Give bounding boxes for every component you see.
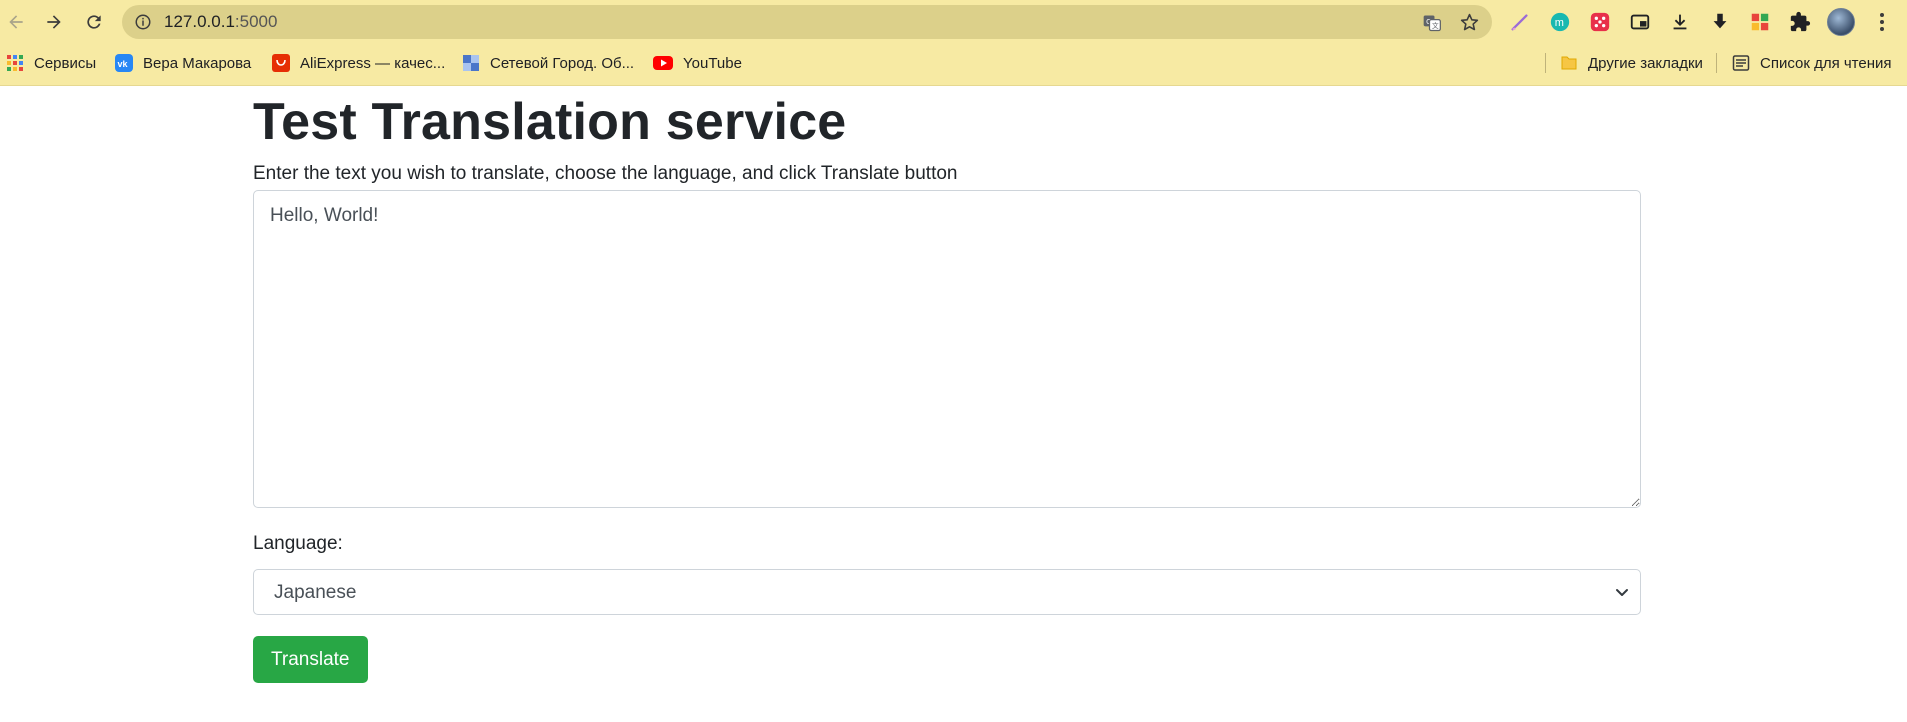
bookmark-label: YouTube	[683, 54, 742, 72]
chevron-down-icon	[1616, 589, 1628, 596]
bookmark-label: Другие закладки	[1588, 54, 1703, 72]
picture-in-picture-icon[interactable]	[1628, 10, 1652, 34]
bookmark-separator	[1545, 53, 1546, 73]
bookmark-separator	[1716, 53, 1717, 73]
back-arrow-icon	[9, 15, 23, 29]
bookmark-label: Список для чтения	[1760, 54, 1892, 72]
reading-list[interactable]: Список для чтения	[1732, 44, 1892, 82]
bookmarks-bar: Сервисы vk Вера Макарова AliExpress — ка…	[0, 44, 1907, 86]
browser-chrome: 127.0.0.1:5000 G文 m	[0, 0, 1907, 86]
apps-grid-icon	[7, 55, 23, 71]
aliexpress-icon	[272, 54, 290, 72]
browser-toolbar: 127.0.0.1:5000 G文 m	[0, 0, 1907, 44]
vk-icon: vk	[115, 54, 133, 72]
forward-button[interactable]	[38, 6, 70, 38]
google-translate-icon[interactable]: G文	[1422, 13, 1442, 33]
address-bar[interactable]: 127.0.0.1:5000 G文	[122, 5, 1492, 39]
svg-text:vk: vk	[118, 59, 129, 69]
bookmark-label: Сетевой Город. Об...	[490, 54, 635, 72]
bookmark-setevoy-gorod[interactable]: Сетевой Город. Об...	[462, 44, 634, 82]
reload-icon	[87, 15, 101, 29]
instructions-text: Enter the text you wish to translate, ch…	[253, 163, 958, 184]
dice-extension-icon[interactable]	[1588, 10, 1612, 34]
bookmark-youtube[interactable]: YouTube	[653, 44, 742, 82]
folder-icon	[1561, 56, 1577, 70]
colorful-extension-icon[interactable]	[1748, 10, 1772, 34]
page-title: Test Translation service	[253, 93, 847, 151]
bookmark-other[interactable]: Другие закладки	[1560, 44, 1703, 82]
page-content: Test Translation service Enter the text …	[253, 86, 1641, 683]
source-text-input[interactable]: Hello, World!	[253, 190, 1641, 508]
reading-list-icon	[1732, 55, 1750, 71]
m-extension-icon[interactable]: m	[1548, 10, 1572, 34]
language-select[interactable]: Japanese	[253, 569, 1641, 615]
svg-text:m: m	[1555, 17, 1564, 29]
bookmark-aliexpress[interactable]: AliExpress — качес...	[272, 44, 445, 82]
forward-arrow-icon	[47, 15, 61, 29]
reload-button[interactable]	[78, 6, 110, 38]
browser-menu-icon[interactable]	[1872, 10, 1892, 34]
translate-button[interactable]: Translate	[253, 636, 368, 683]
profile-avatar[interactable]	[1827, 8, 1855, 36]
youtube-icon	[653, 56, 673, 70]
bookmark-label: Вера Макарова	[143, 54, 252, 72]
bookmark-label: AliExpress — качес...	[300, 54, 446, 72]
bookmark-star-icon[interactable]	[1459, 12, 1480, 33]
site-icon	[463, 55, 479, 71]
bookmark-label: Сервисы	[34, 54, 97, 72]
url-host: 127.0.0.1	[164, 12, 235, 31]
download-icon[interactable]	[1668, 10, 1692, 34]
bookmark-vk[interactable]: vk Вера Макарова	[115, 44, 251, 82]
url-port: :5000	[234, 12, 278, 31]
download-arrow-extension-icon[interactable]	[1708, 10, 1732, 34]
svg-text:文: 文	[1432, 21, 1439, 30]
extensions-puzzle-icon[interactable]	[1788, 10, 1812, 34]
bookmark-services[interactable]: Сервисы	[6, 44, 96, 82]
site-info-icon[interactable]	[134, 13, 152, 31]
language-selected-value: Japanese	[274, 582, 357, 603]
pen-extension-icon[interactable]	[1508, 10, 1532, 34]
language-label: Language:	[253, 533, 343, 554]
back-button[interactable]	[0, 6, 32, 38]
url-text[interactable]: 127.0.0.1:5000	[164, 5, 277, 39]
